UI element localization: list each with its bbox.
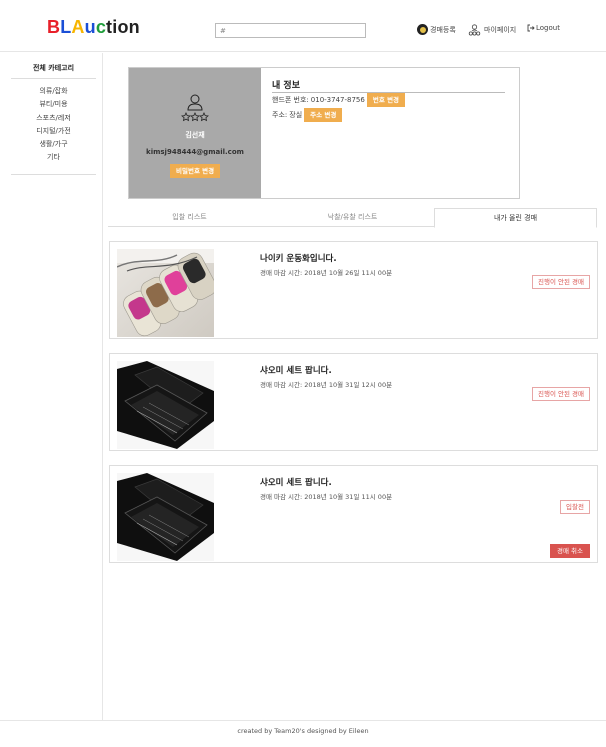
category-title: 전체 카테고리 [11,63,96,79]
tab-bid-list[interactable]: 입찰 리스트 [108,208,271,227]
nav-register-auction-label: 경매등록 [430,25,456,34]
logo-letter: o [117,17,129,37]
item-image[interactable] [117,473,214,561]
footer: created by Team20's designed by Eileen [0,720,606,747]
auction-item: 샤오미 세트 팝니다. 경매 마감 시간: 2018년 10월 31일 11시 … [109,465,598,563]
cancel-auction-button[interactable]: 경매 취소 [550,544,590,558]
profile-card: 김선재 kimsj948444@gmail.com 비밀번호 변경 내 정보 핸… [128,67,520,199]
auction-item: 나이키 운동화입니다. 경매 마감 시간: 2018년 10월 26일 11시 … [109,241,598,339]
nav-logout-label: Logout [536,24,560,32]
logo-letter: A [71,17,85,37]
category-item[interactable]: 의류/잡화 [11,85,96,98]
category-item[interactable]: 스포츠/레저 [11,112,96,125]
logo-letter: u [84,17,96,37]
category-item[interactable]: 디지털/가전 [11,125,96,138]
nav-logout[interactable]: Logout [527,24,560,32]
user-star-icon [181,94,209,122]
profile-email: kimsj948444@gmail.com [146,148,244,156]
address-value: 장실 [289,111,303,119]
item-image[interactable] [117,361,214,449]
phone-row: 핸드폰 번호: 010-3747-8756 번호 변경 [272,93,406,107]
item-title[interactable]: 나이키 운동화입니다. [260,252,337,264]
nav-mypage-label: 마이페이지 [484,26,517,34]
item-deadline: 경매 마감 시간: 2018년 10월 31일 11시 00분 [260,493,393,501]
phone-label: 핸드폰 번호: [272,96,309,104]
change-address-button[interactable]: 주소 변경 [304,108,343,122]
address-row: 주소: 장실 주소 변경 [272,108,343,122]
category-item[interactable]: 뷰티/미용 [11,98,96,111]
logo-letter: c [95,17,107,37]
item-status-button[interactable]: 진행이 안된 경매 [532,387,590,401]
profile-panel: 김선재 kimsj948444@gmail.com 비밀번호 변경 [129,68,261,198]
tab-my-auctions[interactable]: 내가 올린 경매 [434,208,597,228]
profile-name: 김선재 [185,131,205,139]
item-deadline: 경매 마감 시간: 2018년 10월 31일 12시 00분 [260,381,393,389]
item-title[interactable]: 샤오미 세트 팝니다. [260,476,332,488]
info-title: 내 정보 [272,81,300,91]
category-list: 의류/잡화 뷰티/미용 스포츠/레저 디지털/가전 생활/가구 기타 [11,85,96,165]
users-icon [468,24,481,36]
item-image[interactable] [117,249,214,337]
item-title[interactable]: 샤오미 세트 팝니다. [260,364,332,376]
category-item[interactable]: 기타 [11,151,96,164]
search-input[interactable] [215,23,366,38]
logo-letter: n [128,17,140,37]
nav-mypage[interactable]: 마이페이지 [468,24,516,36]
logo-letter: B [47,17,61,37]
nav-register-auction[interactable]: 경매등록 [417,24,456,35]
sidebar: 전체 카테고리 의류/잡화 뷰티/미용 스포츠/레저 디지털/가전 생활/가구 … [0,53,103,720]
change-password-button[interactable]: 비밀번호 변경 [170,164,221,178]
footer-credit: created by Team20's designed by Eileen [237,727,369,735]
category-item[interactable]: 생활/가구 [11,138,96,151]
sidebar-divider [11,174,96,175]
logout-icon [527,24,535,32]
site-logo[interactable]: BLAuction [47,17,140,38]
logo-letter: L [60,17,72,37]
tab-won-lost-list[interactable]: 낙찰/유찰 리스트 [271,208,434,227]
item-deadline: 경매 마감 시간: 2018년 10월 26일 11시 00분 [260,269,393,277]
auction-item: 샤오미 세트 팝니다. 경매 마감 시간: 2018년 10월 31일 12시 … [109,353,598,451]
address-label: 주소: [272,111,288,119]
item-status-button[interactable]: 진행이 안된 경매 [532,275,590,289]
item-status-button[interactable]: 입찰전 [560,500,590,514]
tab-bar: 입찰 리스트 낙찰/유찰 리스트 내가 올린 경매 [108,208,597,228]
phone-value: 010-3747-8756 [310,96,365,104]
change-phone-button[interactable]: 번호 변경 [366,93,406,107]
header: BLAuction 경매등록 마이페이지 Logout [0,0,606,52]
coin-icon [417,24,428,35]
